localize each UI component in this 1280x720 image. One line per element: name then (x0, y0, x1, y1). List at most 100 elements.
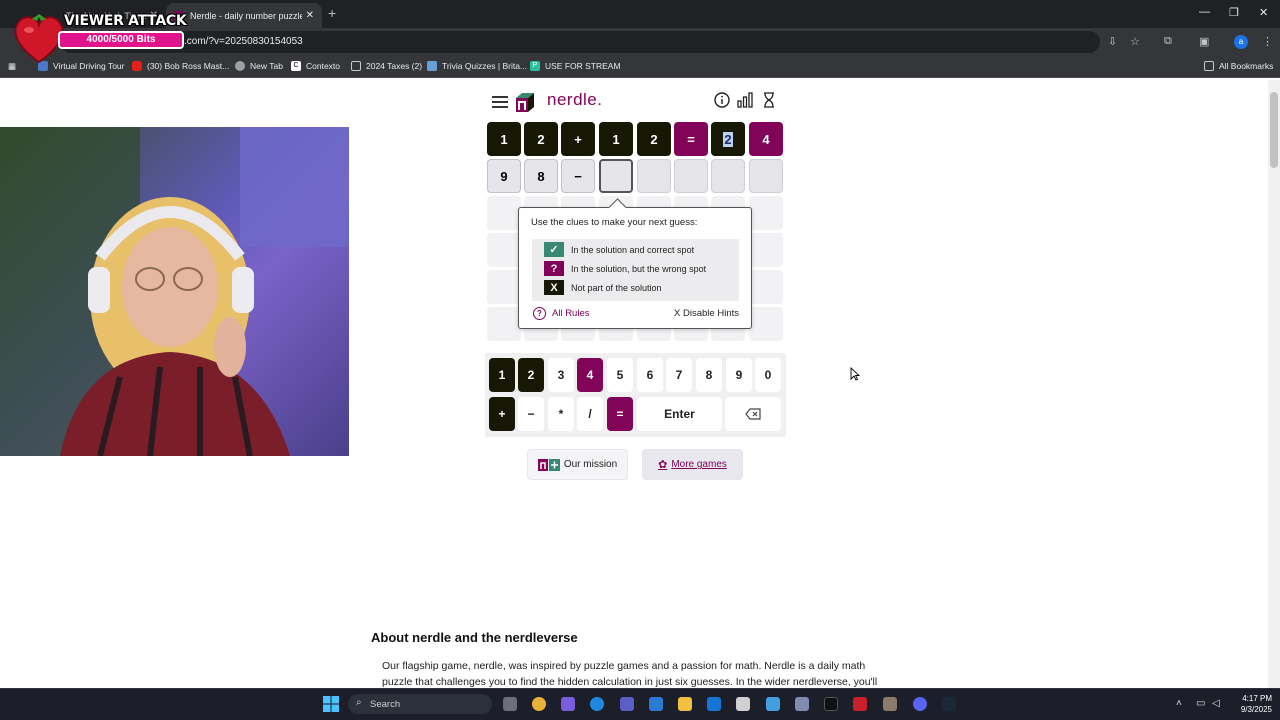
key-0[interactable]: 0 (755, 358, 781, 392)
key-multiply[interactable]: * (548, 397, 574, 431)
nerdle-brand[interactable]: nerdle. (547, 90, 602, 110)
key-plus[interactable]: + (489, 397, 515, 431)
page-scrollbar[interactable] (1268, 80, 1280, 688)
windows-start-icon[interactable] (323, 696, 339, 712)
bookmark-label: Contexto (306, 61, 341, 71)
info-icon[interactable] (714, 92, 730, 108)
photos-icon[interactable] (649, 697, 663, 711)
app-icon[interactable] (766, 697, 780, 711)
steam-icon[interactable] (942, 697, 956, 711)
speaker-icon[interactable]: ◁ (1212, 698, 1220, 709)
extensions-icon[interactable]: ⧉ (1164, 35, 1172, 48)
folder-icon (351, 61, 361, 71)
tab-title: Nerdle - daily number puzzles, (190, 10, 302, 21)
key-1[interactable]: 1 (489, 358, 515, 392)
board-cell-r2c2[interactable]: 8 (524, 159, 558, 193)
chevron-up-icon[interactable]: ˄ (1176, 698, 1182, 709)
copilot-icon[interactable] (561, 697, 575, 711)
discord-icon[interactable] (913, 697, 927, 711)
tooltip-title: Use the clues to make your next guess: (531, 217, 698, 228)
hourglass-icon[interactable] (761, 92, 777, 108)
capcut-icon[interactable] (824, 697, 838, 711)
tab-strip: The New York Times ✕ Nerdle - daily numb… (0, 0, 1280, 28)
edge-icon[interactable] (590, 697, 604, 711)
taskbar-search[interactable]: ⌕ Search (348, 694, 492, 714)
page-scrollbar-thumb[interactable] (1270, 92, 1278, 168)
x-icon: X (544, 280, 564, 295)
key-equals[interactable]: = (607, 397, 633, 431)
all-rules-link[interactable]: ? All Rules (533, 307, 590, 320)
minimize-button[interactable]: — (1199, 6, 1210, 18)
bookmark-star-icon[interactable]: ☆ (1130, 35, 1140, 48)
bookmark-taxes[interactable]: 2024 Taxes (2) (351, 61, 422, 71)
board-cell-r2c1[interactable]: 9 (487, 159, 521, 193)
app-icon[interactable] (883, 697, 897, 711)
board-cell-r2c4[interactable] (599, 159, 633, 193)
key-3[interactable]: 3 (548, 358, 574, 392)
key-divide[interactable]: / (577, 397, 603, 431)
key-6[interactable]: 6 (637, 358, 663, 392)
cell-value: = (687, 131, 695, 147)
outlook-icon[interactable] (707, 697, 721, 711)
bookmark-bob-ross[interactable]: (30) Bob Ross Mast... (132, 61, 229, 71)
tab-nerdle[interactable]: Nerdle - daily number puzzles, ✕ (166, 3, 322, 28)
restore-button[interactable]: ❐ (1229, 6, 1239, 19)
bookmark-label: (30) Bob Ross Mast... (147, 61, 230, 71)
bookmark-new-tab[interactable]: New Tab (235, 61, 283, 71)
key-4[interactable]: 4 (577, 358, 603, 392)
install-app-icon[interactable]: ⇩ (1108, 35, 1117, 48)
menu-dots-icon[interactable]: ⋮ (1262, 35, 1273, 48)
app-icon[interactable] (853, 697, 867, 711)
board-cell-r1c7: 2 (711, 122, 745, 156)
key-7[interactable]: 7 (666, 358, 692, 392)
hamburger-menu-icon[interactable] (492, 96, 508, 108)
board-cell-r5c1 (487, 270, 521, 304)
key-8[interactable]: 8 (696, 358, 722, 392)
teams-icon[interactable] (620, 697, 634, 711)
board-cell-r2c7[interactable] (711, 159, 745, 193)
chrome-taskbar-icon[interactable] (532, 697, 546, 711)
profile-avatar[interactable]: a (1234, 35, 1248, 49)
stats-icon[interactable] (737, 92, 753, 108)
key-minus[interactable]: − (518, 397, 544, 431)
disable-hints-button[interactable]: X Disable Hints (674, 308, 739, 319)
store-icon[interactable] (736, 697, 750, 711)
all-rules-label: All Rules (552, 308, 590, 319)
more-games-label: More games (671, 459, 727, 470)
more-games-button[interactable]: ✿ More games (642, 449, 743, 480)
enter-key[interactable]: Enter (637, 397, 722, 431)
cell-value: 8 (537, 168, 545, 184)
taskbar-clock[interactable]: 4:17 PM 9/3/2025 (1228, 693, 1272, 715)
board-cell-r1c5: 2 (637, 122, 671, 156)
new-tab-button[interactable]: + (328, 5, 336, 21)
file-explorer-icon[interactable] (678, 697, 692, 711)
all-bookmarks[interactable]: All Bookmarks (1204, 61, 1273, 71)
bookmark-stream[interactable]: P USE FOR STREAM (530, 61, 621, 71)
key-2[interactable]: 2 (518, 358, 544, 392)
key-9[interactable]: 9 (726, 358, 752, 392)
windows-taskbar (0, 688, 1280, 720)
close-tab-icon[interactable]: ✕ (306, 10, 314, 21)
board-cell-r2c5[interactable] (637, 159, 671, 193)
bookmark-trivia[interactable]: Trivia Quizzes | Brita... (427, 61, 527, 71)
task-view-icon[interactable] (503, 697, 517, 711)
board-cell-r2c8[interactable] (749, 159, 783, 193)
board-cell-r2c6[interactable] (674, 159, 708, 193)
key-5[interactable]: 5 (607, 358, 633, 392)
bits-label: 4000/5000 Bits (86, 34, 156, 45)
bookmark-label: USE FOR STREAM (545, 61, 621, 71)
url-input[interactable]: .com/?v=20250830154053 (60, 31, 1100, 53)
app-icon[interactable] (795, 697, 809, 711)
network-icon[interactable]: ▭ (1196, 698, 1205, 709)
side-panel-icon[interactable]: ▣ (1199, 35, 1209, 48)
cell-value: 2 (537, 131, 545, 147)
backspace-key[interactable] (725, 397, 781, 431)
close-window-button[interactable]: ✕ (1259, 6, 1268, 19)
our-mission-button[interactable]: Our mission (527, 449, 628, 480)
folder-icon (1204, 61, 1214, 71)
board-cell-r2c3[interactable]: − (561, 159, 595, 193)
hint-tooltip: Use the clues to make your next guess: ✓… (518, 207, 752, 329)
bookmark-contexto[interactable]: C Contexto (291, 61, 340, 71)
cell-value: 1 (612, 131, 620, 147)
board-cell-r1c6: = (674, 122, 708, 156)
